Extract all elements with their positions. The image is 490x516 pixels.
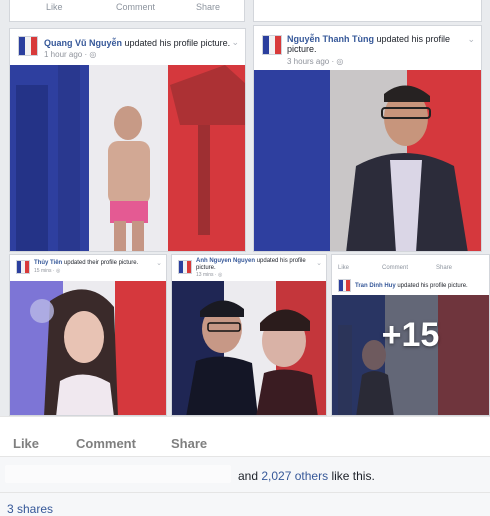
chevron-down-icon[interactable]: ⌄: [467, 34, 475, 45]
globe-icon: ◎: [336, 57, 344, 66]
strip-comment-label: Comment: [116, 2, 156, 12]
post-timestamp[interactable]: 3 hours ago · ◎: [287, 57, 343, 66]
more-photos-count[interactable]: +15: [331, 254, 490, 416]
shares-row: 3 shares: [0, 492, 490, 516]
post-title: Thủy Tiên updated their profile picture.: [34, 260, 138, 267]
author-name[interactable]: Nguyễn Thanh Tùng: [287, 34, 374, 44]
post-title: Quang Vũ Nguyễn updated his profile pict…: [44, 38, 230, 48]
author-name[interactable]: Thủy Tiên: [34, 260, 62, 266]
avatar[interactable]: [16, 260, 30, 274]
others-link[interactable]: 2,027 others: [261, 469, 328, 483]
previous-post-strip-left: Like Comment Share: [9, 0, 245, 22]
comment-button[interactable]: Comment: [76, 436, 136, 451]
chevron-down-icon[interactable]: ⌄: [231, 37, 239, 48]
post-header: Thủy Tiên updated their profile picture.…: [10, 255, 166, 281]
post-header: Nguyễn Thanh Tùng updated his profile pi…: [254, 26, 481, 70]
globe-icon: ◎: [217, 272, 223, 278]
author-name[interactable]: Anh Nguyen Nguyen: [196, 258, 255, 264]
globe-icon: ◎: [55, 268, 61, 274]
post-header: Quang Vũ Nguyễn updated his profile pict…: [10, 29, 245, 65]
avatar[interactable]: [18, 36, 38, 56]
photo-collage[interactable]: Like Comment Share Quang Vũ Nguyễn updat…: [0, 0, 490, 416]
previous-post-strip-right: [253, 0, 482, 22]
profile-photo[interactable]: [172, 281, 326, 415]
likes-summary: and 2,027 others like this.: [0, 456, 490, 492]
likes-text: and 2,027 others like this.: [238, 469, 375, 483]
author-name[interactable]: Quang Vũ Nguyễn: [44, 38, 122, 48]
post-actions-bar: Like Comment Share: [0, 416, 490, 456]
post-card-1[interactable]: Quang Vũ Nguyễn updated his profile pict…: [9, 28, 246, 252]
strip-share-label: Share: [196, 2, 221, 12]
post-timestamp[interactable]: 1 hour ago · ◎: [44, 50, 96, 59]
chevron-down-icon[interactable]: ⌄: [316, 259, 322, 267]
photo-overlay: [16, 65, 245, 251]
profile-photo[interactable]: [254, 70, 481, 251]
post-action-text: updated his profile picture.: [124, 38, 231, 48]
post-card-4[interactable]: Anh Nguyen Nguyen updated his profile pi…: [171, 254, 327, 416]
shares-link[interactable]: 3 shares: [7, 502, 53, 516]
post-title: Anh Nguyen Nguyen updated his profile pi…: [196, 258, 306, 272]
post-action-text: updated their profile picture.: [63, 260, 139, 266]
post-timestamp[interactable]: 15 mins · ◎: [34, 268, 60, 274]
photo-overlay: [186, 300, 318, 415]
post-header: Anh Nguyen Nguyen updated his profile pi…: [172, 255, 326, 281]
photo-overlay: [346, 85, 468, 251]
globe-icon: ◎: [89, 50, 97, 59]
avatar[interactable]: [178, 260, 192, 274]
post-timestamp[interactable]: 13 mins · ◎: [196, 272, 222, 278]
like-button[interactable]: Like: [13, 436, 39, 451]
redacted-names: [5, 465, 231, 483]
share-button[interactable]: Share: [171, 436, 207, 451]
post-title: Nguyễn Thanh Tùng updated his profile pi…: [287, 34, 457, 55]
strip-like-label: Like: [46, 2, 63, 12]
likes-suffix: like this.: [331, 469, 375, 483]
profile-photo[interactable]: [10, 65, 245, 251]
post-card-3[interactable]: Thủy Tiên updated their profile picture.…: [9, 254, 167, 416]
avatar[interactable]: [262, 35, 282, 55]
chevron-down-icon[interactable]: ⌄: [156, 259, 162, 267]
photo-overlay: [30, 289, 118, 415]
profile-photo[interactable]: [10, 281, 166, 415]
post-card-2[interactable]: Nguyễn Thanh Tùng updated his profile pi…: [253, 25, 482, 252]
likes-prefix: and: [238, 469, 259, 483]
